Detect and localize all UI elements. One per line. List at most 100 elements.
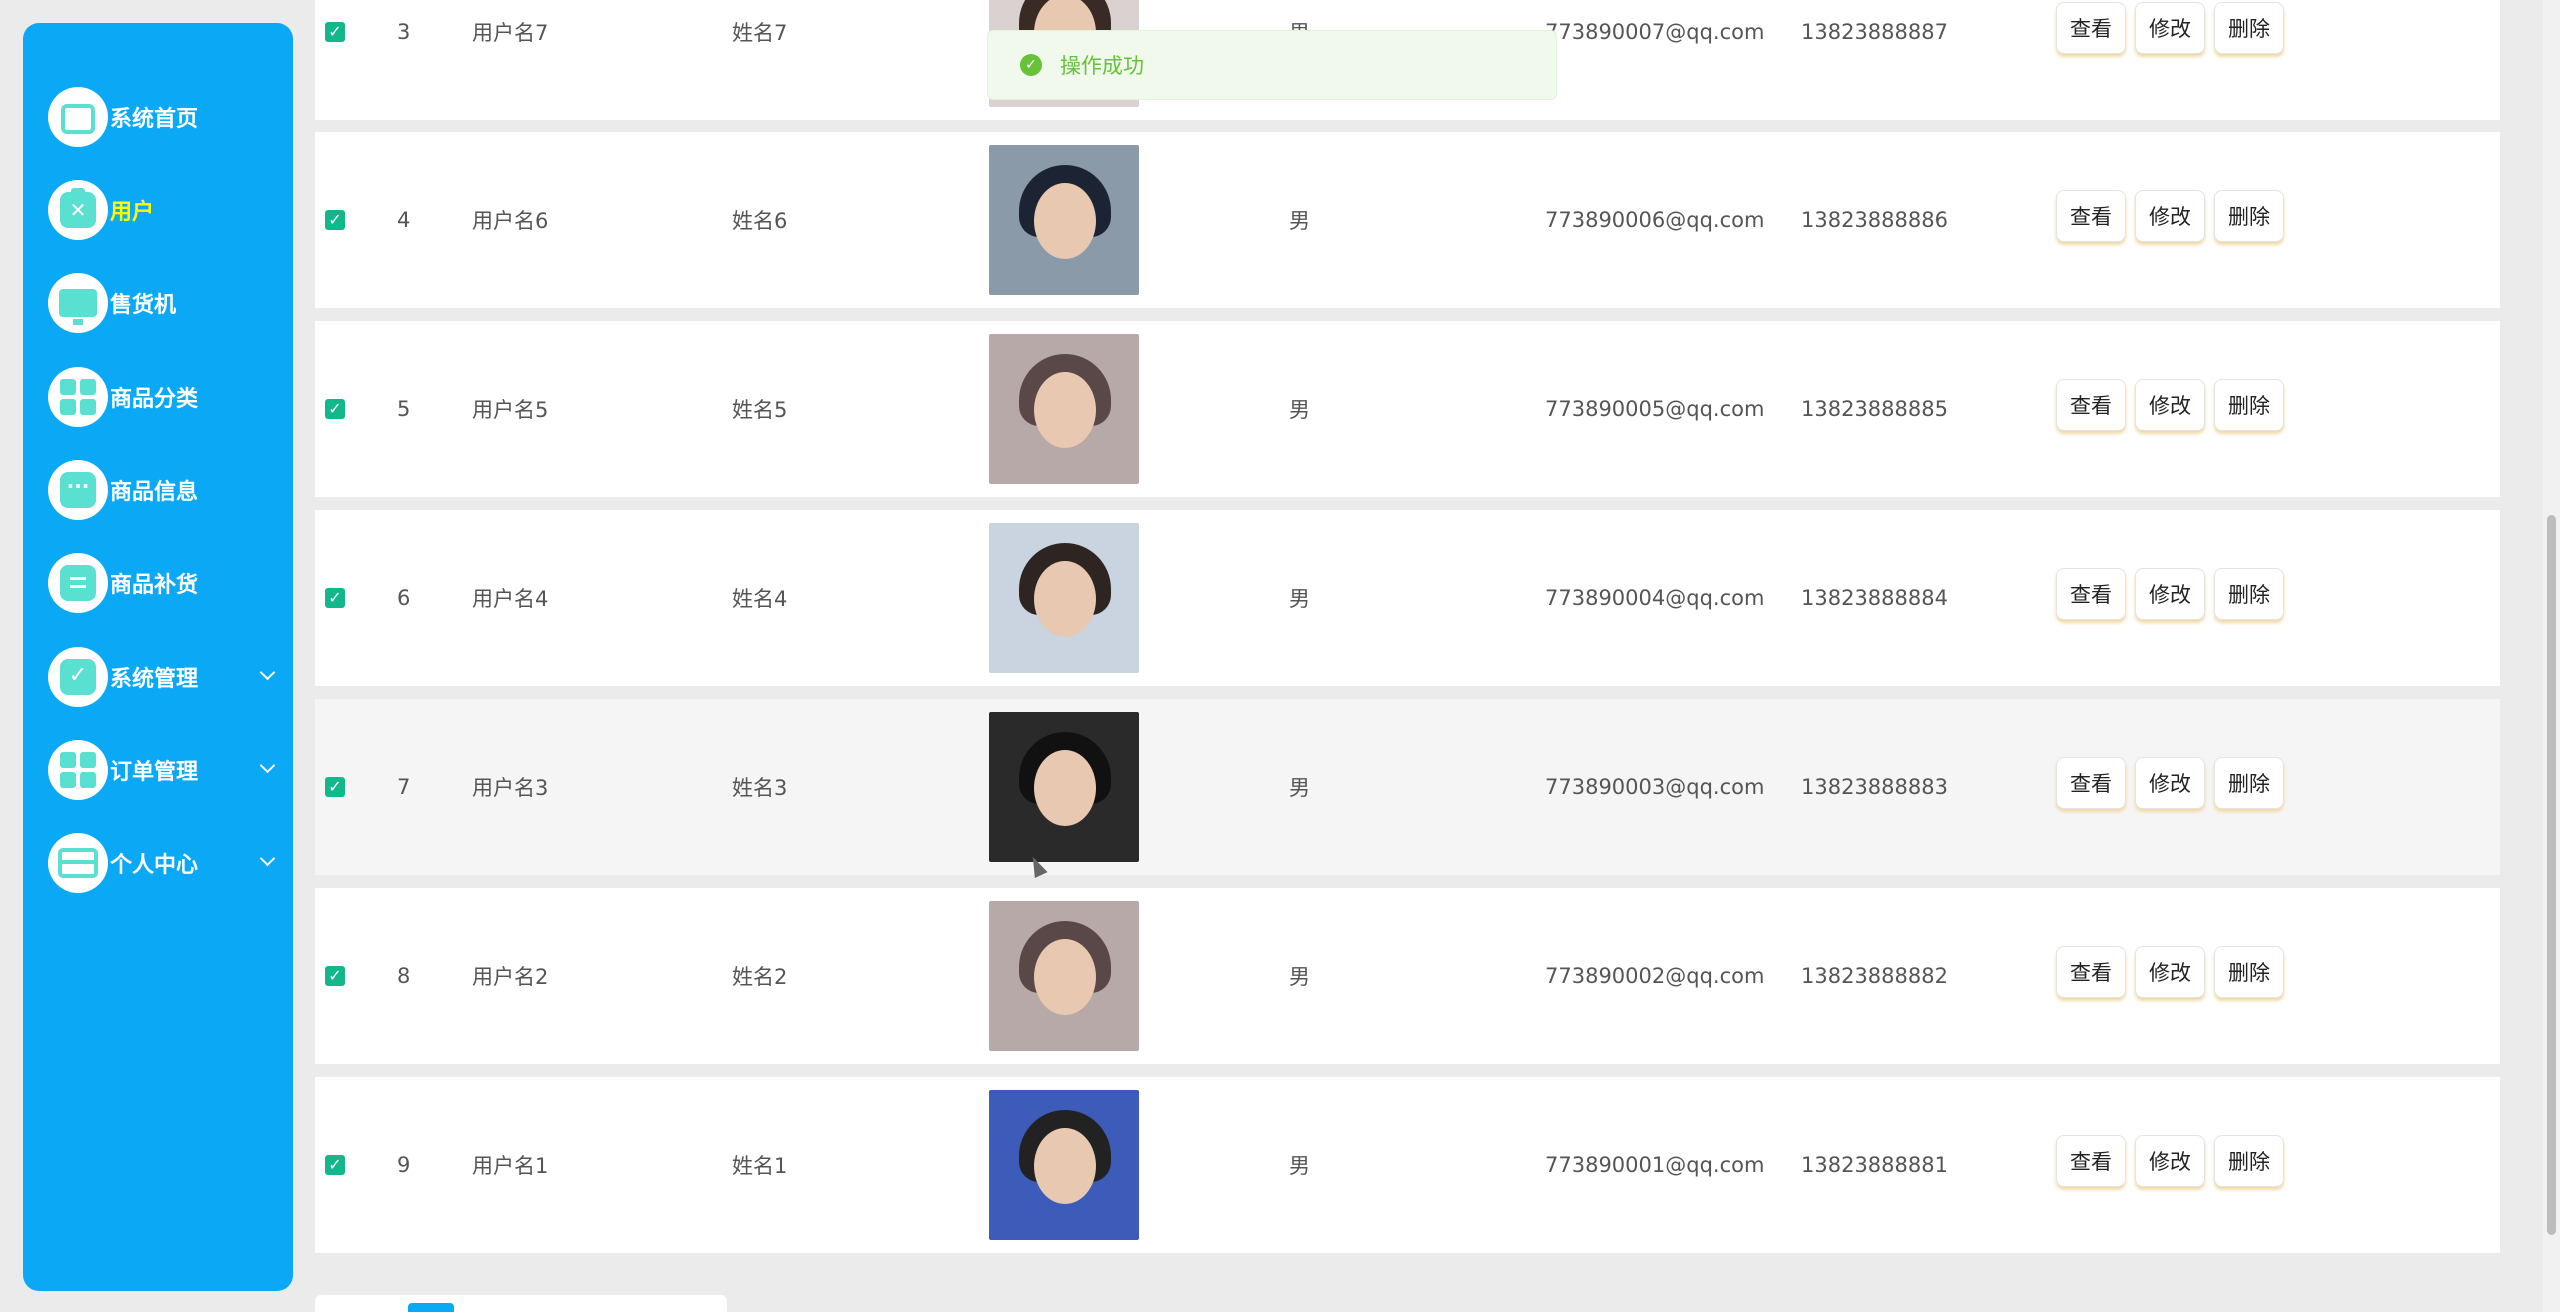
- row-name: 姓名5: [732, 398, 788, 422]
- table-row: ✓ 7 用户名3 姓名3 男 773890003@qq.com 13823888…: [315, 699, 2500, 875]
- row-actions: 查看 修改 删除: [2056, 1135, 2284, 1187]
- delete-button[interactable]: 删除: [2214, 379, 2284, 431]
- sidebar-item-vending-machine[interactable]: 售货机: [48, 271, 293, 335]
- row-checkbox[interactable]: ✓: [325, 22, 345, 42]
- sidebar-item-product-category[interactable]: 商品分类: [48, 365, 293, 429]
- sidebar-item-label: 商品补货: [110, 573, 199, 598]
- row-checkbox[interactable]: ✓: [325, 210, 345, 230]
- row-username: 用户名4: [472, 587, 549, 611]
- row-checkbox[interactable]: ✓: [325, 777, 345, 797]
- view-button[interactable]: 查看: [2056, 190, 2126, 242]
- edit-button[interactable]: 修改: [2135, 379, 2205, 431]
- edit-button[interactable]: 修改: [2135, 2, 2205, 54]
- row-name: 姓名2: [732, 965, 788, 989]
- row-actions: 查看 修改 删除: [2056, 946, 2284, 998]
- row-email: 773890002@qq.com: [1545, 964, 1765, 988]
- delete-button[interactable]: 删除: [2214, 190, 2284, 242]
- avatar: [989, 901, 1139, 1051]
- sidebar-item-label: 订单管理: [110, 760, 199, 785]
- pagination-current-page[interactable]: [408, 1303, 454, 1312]
- row-email: 773890007@qq.com: [1545, 20, 1765, 44]
- photo-cell: [989, 510, 1139, 686]
- row-name: 姓名4: [732, 587, 788, 611]
- delete-button[interactable]: 删除: [2214, 1135, 2284, 1187]
- row-checkbox[interactable]: ✓: [325, 588, 345, 608]
- avatar: [989, 712, 1139, 862]
- row-index: 8: [397, 964, 411, 988]
- row-email: 773890005@qq.com: [1545, 397, 1765, 421]
- scrollbar-thumb[interactable]: [2547, 515, 2556, 1235]
- success-toast: ✓ 操作成功: [987, 30, 1557, 100]
- sidebar-item-label: 个人中心: [110, 853, 199, 878]
- sidebar-item-home[interactable]: 系统首页: [48, 85, 293, 149]
- edit-button[interactable]: 修改: [2135, 190, 2205, 242]
- view-button[interactable]: 查看: [2056, 2, 2126, 54]
- row-checkbox[interactable]: ✓: [325, 399, 345, 419]
- row-sex: 男: [1289, 1154, 1310, 1178]
- chevron-down-icon: [259, 664, 276, 681]
- edit-button[interactable]: 修改: [2135, 568, 2205, 620]
- card-icon: [48, 833, 108, 893]
- row-username: 用户名2: [472, 965, 549, 989]
- row-name: 姓名1: [732, 1154, 788, 1178]
- monitor-icon: [48, 273, 108, 333]
- home-icon: [48, 87, 108, 147]
- row-actions: 查看 修改 删除: [2056, 568, 2284, 620]
- photo-cell: [989, 132, 1139, 308]
- row-checkbox[interactable]: ✓: [325, 966, 345, 986]
- avatar: [989, 334, 1139, 484]
- row-phone: 13823888886: [1801, 208, 1948, 232]
- table-row: ✓ 4 用户名6 姓名6 男 773890006@qq.com 13823888…: [315, 132, 2500, 308]
- row-email: 773890003@qq.com: [1545, 775, 1765, 799]
- sidebar-item-product-info[interactable]: 商品信息: [48, 458, 293, 522]
- row-name: 姓名6: [732, 209, 788, 233]
- grid-icon: [48, 367, 108, 427]
- row-sex: 男: [1289, 587, 1310, 611]
- clipboard-x-icon: [48, 180, 108, 240]
- row-username: 用户名6: [472, 209, 549, 233]
- row-phone: 13823888885: [1801, 397, 1948, 421]
- sidebar-item-system-management[interactable]: 系统管理: [48, 645, 293, 709]
- row-index: 6: [397, 586, 411, 610]
- row-phone: 13823888882: [1801, 964, 1948, 988]
- clipboard-check-icon: [48, 647, 108, 707]
- view-button[interactable]: 查看: [2056, 757, 2126, 809]
- row-username: 用户名1: [472, 1154, 549, 1178]
- row-actions: 查看 修改 删除: [2056, 757, 2284, 809]
- row-actions: 查看 修改 删除: [2056, 379, 2284, 431]
- avatar: [989, 145, 1139, 295]
- delete-button[interactable]: 删除: [2214, 2, 2284, 54]
- view-button[interactable]: 查看: [2056, 379, 2126, 431]
- sidebar-item-label: 售货机: [110, 293, 177, 318]
- view-button[interactable]: 查看: [2056, 946, 2126, 998]
- view-button[interactable]: 查看: [2056, 1135, 2126, 1187]
- row-sex: 男: [1289, 398, 1310, 422]
- delete-button[interactable]: 删除: [2214, 946, 2284, 998]
- edit-button[interactable]: 修改: [2135, 946, 2205, 998]
- pagination: [315, 1295, 727, 1312]
- row-phone: 13823888887: [1801, 20, 1948, 44]
- sidebar-item-personal-center[interactable]: 个人中心: [48, 831, 293, 895]
- sidebar-item-order-management[interactable]: 订单管理: [48, 738, 293, 802]
- edit-button[interactable]: 修改: [2135, 757, 2205, 809]
- table-row: ✓ 8 用户名2 姓名2 男 773890002@qq.com 13823888…: [315, 888, 2500, 1064]
- row-checkbox[interactable]: ✓: [325, 1155, 345, 1175]
- table-row: ✓ 9 用户名1 姓名1 男 773890001@qq.com 13823888…: [315, 1077, 2500, 1253]
- row-sex: 男: [1289, 965, 1310, 989]
- avatar: [989, 1090, 1139, 1240]
- avatar: [989, 523, 1139, 673]
- row-index: 7: [397, 775, 411, 799]
- edit-button[interactable]: 修改: [2135, 1135, 2205, 1187]
- row-email: 773890001@qq.com: [1545, 1153, 1765, 1177]
- row-username: 用户名7: [472, 21, 549, 45]
- sidebar-item-label: 系统首页: [110, 107, 199, 132]
- photo-cell: [989, 699, 1139, 875]
- row-name: 姓名3: [732, 776, 788, 800]
- row-index: 4: [397, 208, 411, 232]
- sidebar-item-restock[interactable]: 商品补货: [48, 551, 293, 615]
- delete-button[interactable]: 删除: [2214, 568, 2284, 620]
- view-button[interactable]: 查看: [2056, 568, 2126, 620]
- row-sex: 男: [1289, 209, 1310, 233]
- delete-button[interactable]: 删除: [2214, 757, 2284, 809]
- sidebar-item-users[interactable]: 用户: [48, 178, 293, 242]
